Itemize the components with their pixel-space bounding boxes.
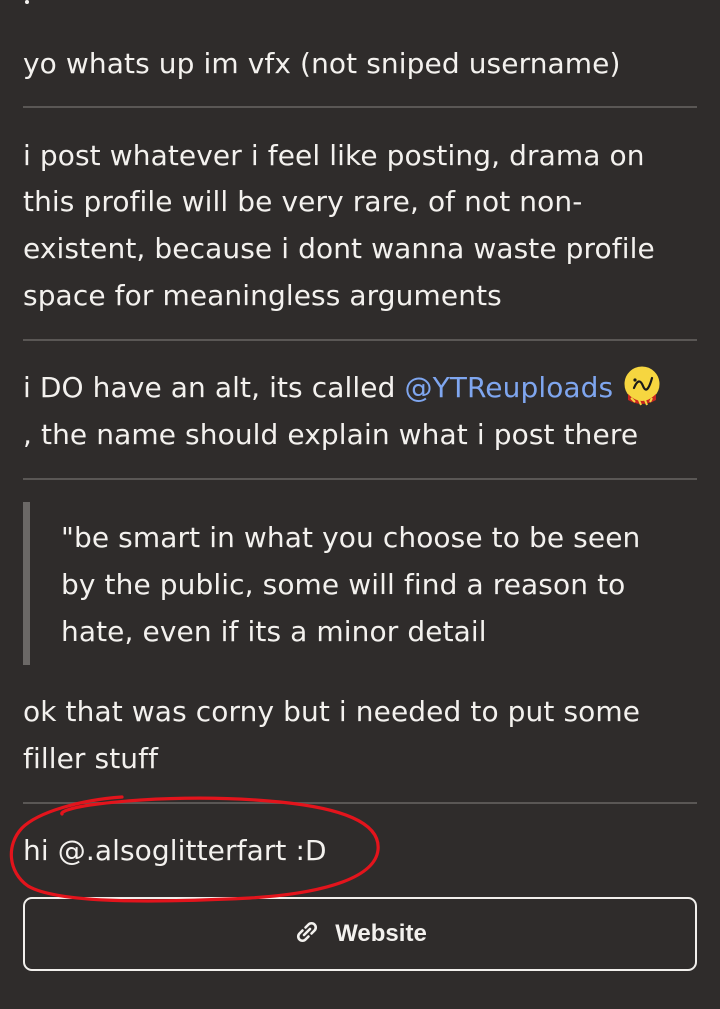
website-button-label: Website xyxy=(335,920,427,947)
quote-line: hate, even if its a minor detail xyxy=(61,615,487,648)
alt-account-avatar-icon[interactable] xyxy=(621,364,663,406)
divider xyxy=(23,339,697,341)
alt-account-line-2: , the name should explain what i post th… xyxy=(23,418,639,451)
bio-intro-line: yo whats up im vfx (not sniped username) xyxy=(23,47,621,80)
filler-line: filler stuff xyxy=(23,742,159,775)
divider xyxy=(23,478,697,480)
divider xyxy=(23,802,697,804)
bio-paragraph-line: i post whatever i feel like posting, dra… xyxy=(23,139,645,172)
alt-account-mention-link[interactable]: @YTReuploads xyxy=(404,371,613,404)
divider xyxy=(23,106,697,108)
website-button[interactable]: Website xyxy=(23,897,697,971)
profile-bio: yo whats up im vfx (not sniped username)… xyxy=(23,0,697,1009)
alt-text: i DO have an alt, its called xyxy=(23,371,405,404)
link-icon xyxy=(293,918,321,950)
blockquote-bar xyxy=(23,502,30,665)
bio-paragraph-line: space for meaningless arguments xyxy=(23,279,502,312)
filler-line: ok that was corny but i needed to put so… xyxy=(23,695,641,728)
alt-account-line: i DO have an alt, its called @YTReupload… xyxy=(23,364,663,411)
greeting-line: hi @.alsoglitterfart :D xyxy=(23,834,327,867)
truncated-text-mark xyxy=(25,0,29,4)
bio-paragraph-line: this profile will be very rare, of not n… xyxy=(23,185,583,218)
quote-line: by the public, some will find a reason t… xyxy=(61,568,626,601)
quote-line: "be smart in what you choose to be seen xyxy=(61,521,641,554)
bio-paragraph-line: existent, because i dont wanna waste pro… xyxy=(23,232,655,265)
